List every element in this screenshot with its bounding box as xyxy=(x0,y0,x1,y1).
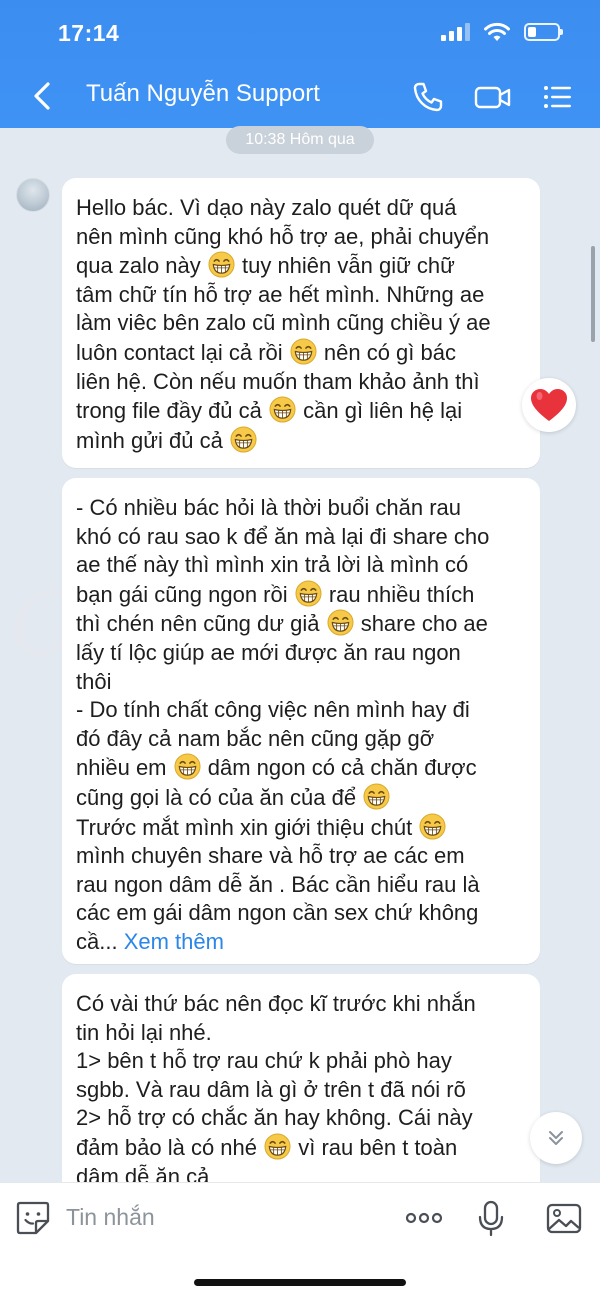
home-indicator[interactable] xyxy=(194,1279,406,1286)
message-bubble[interactable]: Hello bác. Vì dạo này zalo quét dữ quá n… xyxy=(62,178,540,468)
phone-call-icon[interactable] xyxy=(411,80,445,114)
grin-emoji-icon xyxy=(363,783,390,810)
scrollbar[interactable] xyxy=(591,246,595,342)
status-icons xyxy=(441,22,563,42)
chat-title[interactable]: Tuấn Nguyễn Support xyxy=(86,80,320,108)
sticker-icon[interactable] xyxy=(14,1199,52,1237)
grin-emoji-icon xyxy=(208,251,235,278)
grin-emoji-icon xyxy=(327,609,354,636)
reaction-button[interactable] xyxy=(522,378,576,432)
message-bubble[interactable]: Có vài thứ bác nên đọc kĩ trước khi nhắn… xyxy=(62,974,540,1204)
message-text: Có vài thứ bác nên đọc kĩ trước khi nhắn… xyxy=(76,991,476,1189)
cellular-signal-icon xyxy=(441,23,470,41)
menu-list-icon[interactable] xyxy=(540,80,574,114)
message-composer: Tin nhắn xyxy=(0,1182,600,1298)
grin-emoji-icon xyxy=(290,338,317,365)
more-options-icon[interactable] xyxy=(404,1199,444,1237)
message-text: - Có nhiều bác hỏi là thời buổi chăn rau… xyxy=(76,495,490,954)
avatar[interactable] xyxy=(16,178,50,212)
back-button[interactable] xyxy=(28,78,58,114)
microphone-icon[interactable] xyxy=(472,1199,510,1237)
wifi-icon xyxy=(484,22,510,41)
grin-emoji-icon xyxy=(269,396,296,423)
grin-emoji-icon xyxy=(230,426,257,453)
video-call-icon[interactable] xyxy=(473,80,513,114)
grin-emoji-icon xyxy=(174,753,201,780)
grin-emoji-icon xyxy=(419,813,446,840)
scroll-to-bottom-button[interactable] xyxy=(530,1112,582,1164)
message-bubble[interactable]: - Có nhiều bác hỏi là thời buổi chăn rau… xyxy=(62,478,540,964)
double-chevron-down-icon xyxy=(549,1131,563,1145)
status-time: 17:14 xyxy=(58,20,120,46)
timestamp-pill: 10:38 Hôm qua xyxy=(226,126,374,154)
message-input[interactable]: Tin nhắn xyxy=(66,1204,155,1231)
chat-header: 17:14 Tuấn Nguyễn Support xyxy=(0,0,600,128)
message-text: Hello bác. Vì dạo này zalo quét dữ quá n… xyxy=(76,195,491,453)
grin-emoji-icon xyxy=(264,1133,291,1160)
heart-icon xyxy=(531,389,567,421)
battery-icon xyxy=(524,23,563,41)
see-more-link[interactable]: Xem thêm xyxy=(124,929,224,954)
image-picker-icon[interactable] xyxy=(545,1199,583,1237)
battery-level xyxy=(528,27,537,37)
grin-emoji-icon xyxy=(295,580,322,607)
